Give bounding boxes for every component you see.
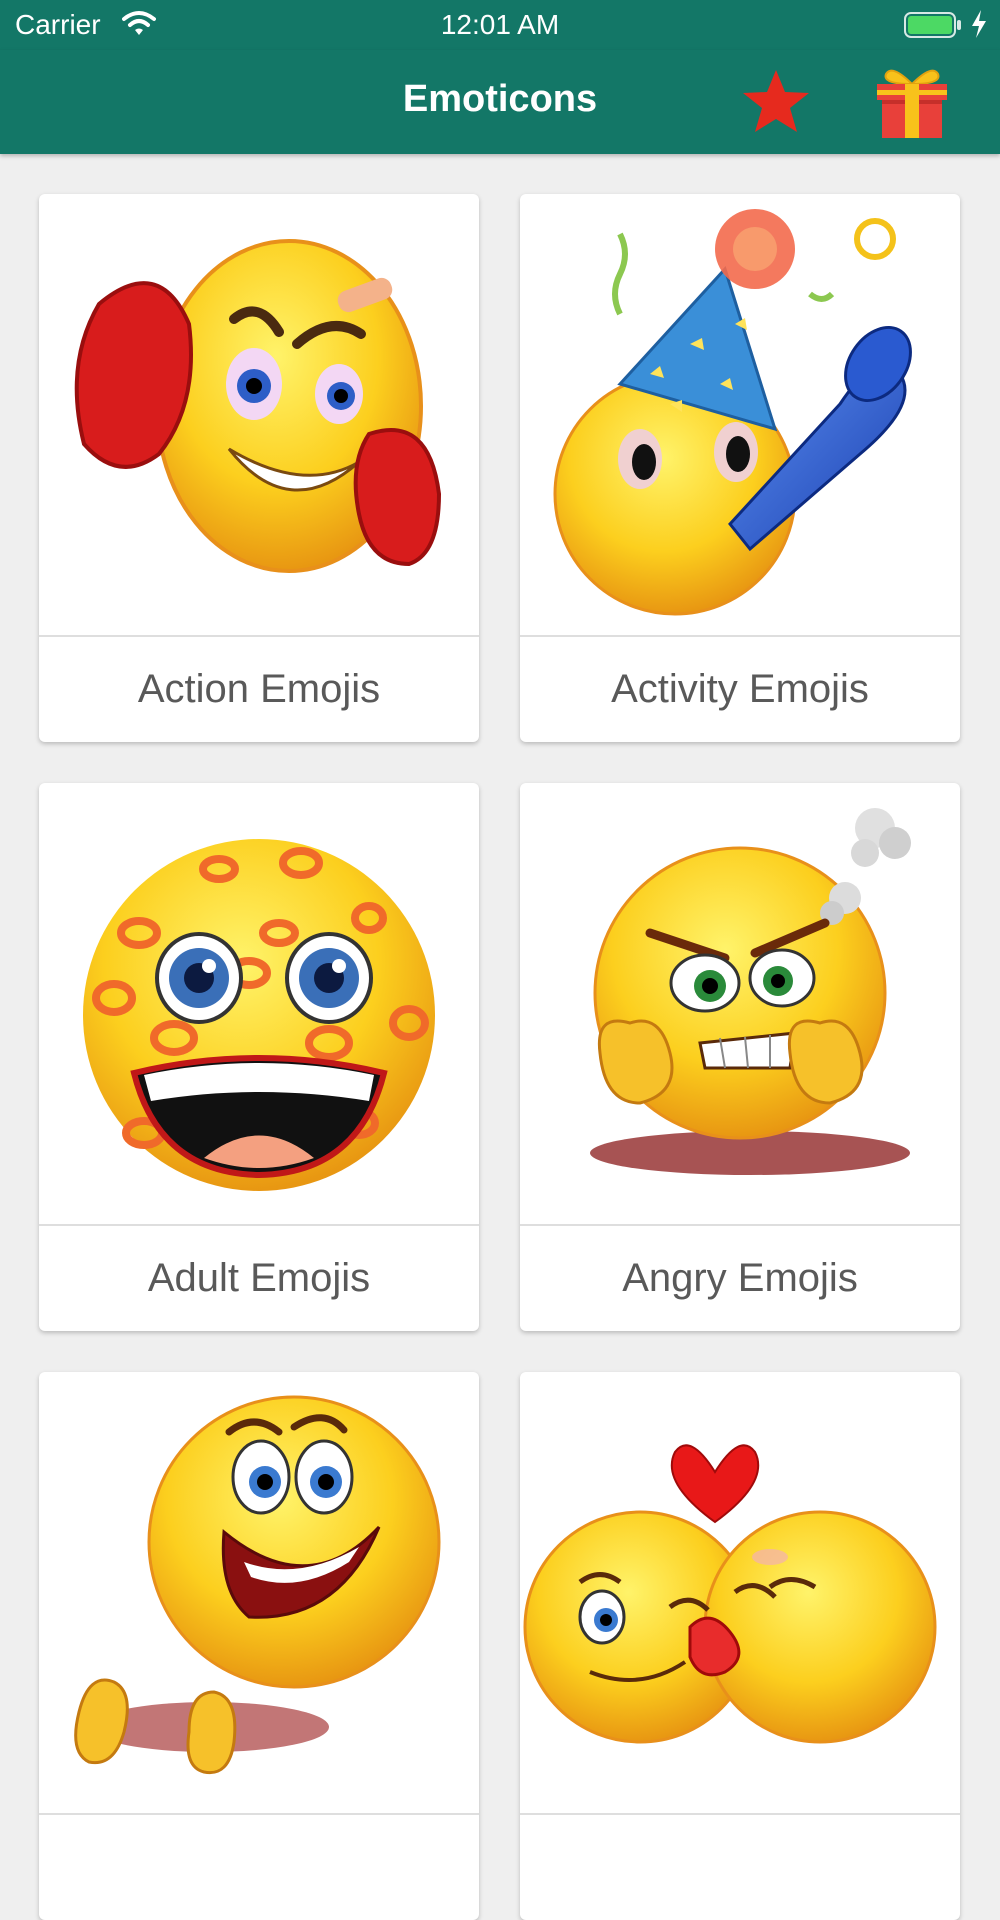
- category-image: [520, 194, 960, 635]
- star-icon: [743, 70, 809, 132]
- category-card-activity[interactable]: Activity Emojis: [520, 194, 960, 742]
- category-label: Action Emojis: [137, 667, 381, 711]
- applause-emoji-icon: [74, 1395, 441, 1775]
- gift-icon: [877, 69, 947, 138]
- page-title: Emoticons: [402, 78, 598, 120]
- gift-button[interactable]: [872, 62, 952, 140]
- navigation-bar: Emoticons: [0, 50, 1000, 154]
- charging-icon: [972, 10, 986, 38]
- category-image: [39, 1372, 479, 1813]
- category-card-angry[interactable]: Angry Emojis: [520, 783, 960, 1331]
- category-card-love[interactable]: [520, 1372, 960, 1920]
- category-label: Angry Emojis: [622, 1256, 858, 1300]
- party-emoji-icon: [553, 209, 912, 616]
- love-kiss-emoji-icon: [523, 1444, 937, 1744]
- battery-icon: [904, 12, 961, 38]
- status-time: 12:01 AM: [440, 9, 560, 40]
- category-card-adult[interactable]: Adult Emojis: [39, 783, 479, 1331]
- category-image: [520, 783, 960, 1224]
- category-label: [39, 1815, 479, 1920]
- category-label: Activity Emojis: [611, 667, 869, 711]
- category-label: [520, 1815, 960, 1920]
- favorites-button[interactable]: [738, 68, 814, 134]
- status-bar: Carrier 12:01 AM: [0, 0, 1000, 50]
- angry-emoji-icon: [590, 808, 911, 1175]
- category-card-action[interactable]: Action Emojis: [39, 194, 479, 742]
- category-card-applause[interactable]: [39, 1372, 479, 1920]
- kissed-emoji-icon: [83, 839, 435, 1191]
- category-image: [39, 783, 479, 1224]
- boxing-emoji-icon: [74, 239, 442, 573]
- category-image: [520, 1372, 960, 1813]
- category-label: Adult Emojis: [147, 1256, 371, 1300]
- category-grid: Action Emojis Activity Emojis Adult Emoj…: [0, 154, 1000, 1920]
- category-image: [39, 194, 479, 635]
